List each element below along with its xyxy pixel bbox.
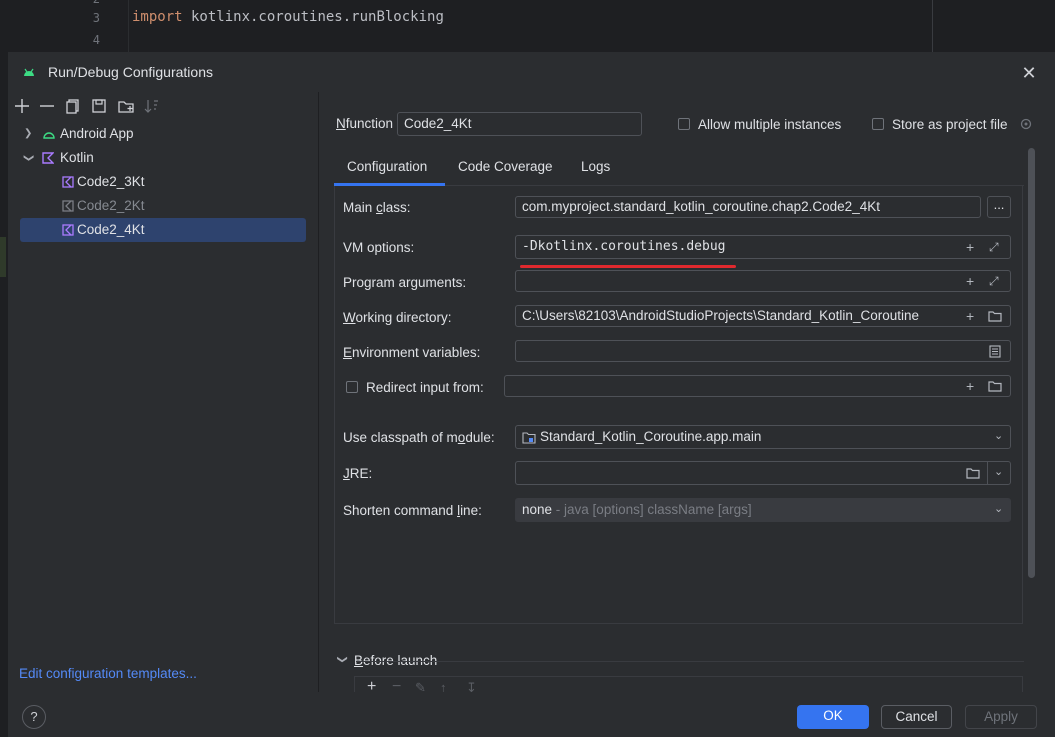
program-args-label: Program arguments: <box>343 275 467 290</box>
store-project-checkbox[interactable] <box>872 118 884 130</box>
add-icon[interactable]: + <box>966 271 974 291</box>
main-class-label: Main class: <box>343 200 411 215</box>
dialog-title-bar: Run/Debug Configurations ✕ <box>8 52 1055 92</box>
add-icon[interactable]: + <box>966 376 974 396</box>
jre-label: JRE: <box>343 466 373 481</box>
edit-templates-link[interactable]: Edit configuration templates... <box>19 666 197 681</box>
program-args-input[interactable]: + ⤢ <box>515 270 1011 292</box>
shorten-value: none <box>522 502 553 517</box>
working-dir-label: Working directory: <box>343 310 452 325</box>
code-text: kotlinx.coroutines.runBlocking <box>182 9 444 25</box>
name-input[interactable]: Code2_4Kt <box>397 112 642 136</box>
env-vars-label: Environment variables: <box>343 345 481 360</box>
tab-code-coverage[interactable]: Code Coverage <box>458 159 553 174</box>
help-button[interactable]: ? <box>22 705 46 729</box>
chevron-down-icon[interactable]: ❯ <box>337 655 348 663</box>
redirect-input-checkbox[interactable] <box>346 381 358 393</box>
tree-item-label: Android App <box>60 126 134 141</box>
editor-divider <box>932 0 933 52</box>
env-vars-input[interactable] <box>515 340 1011 362</box>
configuration-tree-pane: ❯ Android App ❯ Kotlin Code2_3Kt Code2_2… <box>8 92 318 692</box>
tree-item-label: Kotlin <box>60 150 94 165</box>
tab-configuration[interactable]: Configuration <box>347 159 427 174</box>
shorten-label: Shorten command line: <box>343 503 482 518</box>
scrollbar[interactable] <box>1028 148 1035 578</box>
classpath-label: Use classpath of module: <box>343 430 495 445</box>
kotlin-file-icon <box>62 176 74 188</box>
android-icon <box>24 68 34 76</box>
ok-button[interactable]: OK <box>797 705 869 729</box>
jre-dropdown[interactable]: ⌄ <box>515 461 1011 485</box>
tree-toolbar <box>8 92 318 120</box>
kotlin-file-icon <box>62 200 74 212</box>
tree-item-code2-4kt[interactable]: Code2_4Kt <box>20 218 306 242</box>
sort-icon[interactable] <box>142 96 162 116</box>
working-dir-input[interactable]: C:\Users\82103\AndroidStudioProjects\Sta… <box>515 305 1011 327</box>
shorten-hint: - java [options] className [args] <box>552 502 752 517</box>
vm-options-input[interactable]: -Dkotlinx.coroutines.debug + ⤢ <box>515 235 1011 259</box>
cancel-button[interactable]: Cancel <box>881 705 952 729</box>
dropdown-separator <box>987 462 988 484</box>
browse-button[interactable]: ... <box>987 196 1011 218</box>
tree-item-code2-3kt[interactable]: Code2_3Kt <box>20 171 306 193</box>
line-number: 3 <box>92 11 100 25</box>
expand-icon[interactable]: ⤢ <box>989 237 999 257</box>
dialog-title: Run/Debug Configurations <box>48 64 213 80</box>
kotlin-icon <box>42 152 54 164</box>
vm-options-label: VM options: <box>343 240 415 255</box>
add-icon[interactable]: + <box>966 237 974 257</box>
kotlin-file-icon <box>62 224 74 236</box>
chevron-down-icon: ⌄ <box>994 503 1004 515</box>
run-debug-dialog: Run/Debug Configurations ✕ ❯ Android App… <box>8 52 1055 737</box>
tree-item-label: Code2_2Kt <box>77 198 145 213</box>
save-icon[interactable] <box>89 96 109 116</box>
gear-icon[interactable] <box>1019 117 1033 131</box>
chevron-down-icon[interactable]: ⌄ <box>994 465 1003 478</box>
redirect-input-label: Redirect input from: <box>366 380 484 395</box>
editor-left-strip <box>0 52 8 737</box>
chevron-right-icon[interactable]: ❯ <box>24 123 32 145</box>
tree-item-kotlin[interactable]: ❯ Kotlin <box>20 147 306 169</box>
tree-item-label: Code2_3Kt <box>77 174 145 189</box>
editor-gutter: 2 3 4 <box>66 0 129 52</box>
close-icon[interactable]: ✕ <box>1020 64 1038 82</box>
allow-multiple-checkbox[interactable] <box>678 118 690 130</box>
tree-item-android-app[interactable]: ❯ Android App <box>20 123 306 145</box>
apply-button[interactable]: Apply <box>965 705 1037 729</box>
chevron-down-icon: ⌄ <box>994 430 1004 442</box>
code-line: import kotlinx.coroutines.runBlocking <box>132 9 444 25</box>
folder-icon[interactable] <box>966 467 980 479</box>
before-launch-separator <box>356 661 1024 662</box>
highlight-underline <box>520 265 736 268</box>
allow-multiple-label: Allow multiple instances <box>698 117 842 132</box>
classpath-dropdown[interactable]: Standard_Kotlin_Coroutine.app.main ⌄ <box>515 425 1011 449</box>
editor-background <box>0 0 1055 52</box>
android-icon <box>43 132 55 139</box>
expand-icon[interactable]: ⤢ <box>989 271 999 291</box>
remove-icon[interactable] <box>37 96 57 116</box>
code-keyword: import <box>132 9 183 25</box>
tree-item-label: Code2_4Kt <box>77 222 145 237</box>
tab-logs[interactable]: Logs <box>581 159 610 174</box>
main-class-input[interactable]: com.myproject.standard_kotlin_coroutine.… <box>515 196 981 218</box>
chevron-down-icon[interactable]: ❯ <box>17 154 39 162</box>
tree-item-code2-2kt[interactable]: Code2_2Kt <box>20 195 306 217</box>
line-number: 2 <box>66 0 100 6</box>
pane-divider[interactable] <box>318 92 319 697</box>
add-icon[interactable]: + <box>966 306 974 326</box>
document-icon[interactable] <box>989 345 1001 358</box>
copy-icon[interactable] <box>63 96 83 116</box>
redirect-input-field[interactable]: + <box>504 375 1011 397</box>
new-folder-icon[interactable] <box>116 96 136 116</box>
add-icon[interactable] <box>12 96 32 116</box>
folder-icon[interactable] <box>988 310 1002 322</box>
editor-highlight <box>0 237 6 277</box>
store-project-label: Store as project file <box>892 117 1008 132</box>
shorten-dropdown[interactable]: none - java [options] className [args] ⌄ <box>515 498 1011 522</box>
line-number: 4 <box>92 33 100 47</box>
folder-icon[interactable] <box>988 380 1002 392</box>
